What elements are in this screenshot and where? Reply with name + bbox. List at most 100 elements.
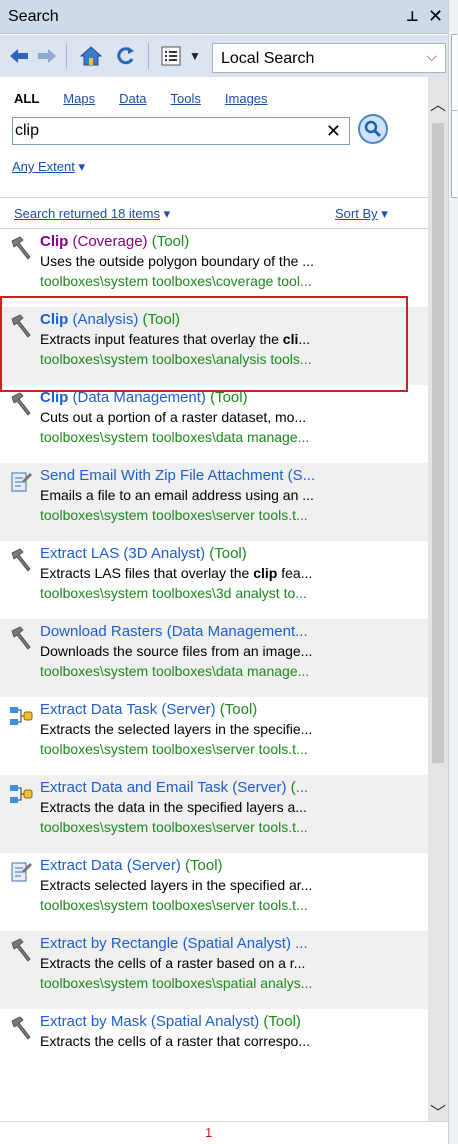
sort-by-dropdown[interactable]: Sort By ▾ [335, 206, 388, 222]
hammer-tool-icon [8, 547, 34, 573]
result-name-text: Extract Data and Email Task (Server) [40, 779, 287, 796]
sort-by-label: Sort By [335, 206, 378, 221]
result-path: toolboxes\system toolboxes\coverage tool… [40, 273, 312, 289]
result-name-match: Clip [40, 311, 69, 328]
result-name-link[interactable]: Extract Data (Server) [40, 857, 181, 874]
result-title[interactable]: Extract Data and Email Task (Server) (..… [40, 779, 428, 796]
results-count-dropdown[interactable]: Search returned 18 items ▾ [14, 206, 170, 222]
description-match: clip [253, 565, 278, 581]
adjacent-panel-tab [451, 110, 457, 198]
result-title[interactable]: Send Email With Zip File Attachment (S..… [40, 467, 428, 484]
adjacent-window-edge [448, 0, 458, 1144]
result-title[interactable]: Extract Data Task (Server) (Tool) [40, 701, 428, 718]
search-toolbar: ▼ Local Search ⌵ [0, 35, 448, 77]
result-description: Extracts the selected layers in the spec… [40, 721, 428, 737]
tab-maps[interactable]: Maps [63, 91, 95, 106]
result-name-link[interactable]: Extract Data and Email Task (Server) [40, 779, 286, 796]
tab-data[interactable]: Data [119, 91, 146, 106]
hammer-tool-icon [8, 1015, 34, 1041]
options-dropdown-caret-icon[interactable]: ▼ [186, 42, 204, 70]
close-icon[interactable]: ✕ [428, 6, 443, 27]
result-title[interactable]: Extract Data (Server) (Tool) [40, 857, 428, 874]
toolbar-separator [148, 43, 149, 69]
search-location-select[interactable]: Local Search ⌵ [212, 43, 446, 73]
result-name-link[interactable]: Extract LAS (3D Analyst) [40, 545, 205, 562]
result-item[interactable]: Extract LAS (3D Analyst) (Tool) Extracts … [0, 541, 428, 619]
result-name-link[interactable]: Extract by Mask (Spatial Analyst) [40, 1013, 259, 1030]
result-item[interactable]: Clip (Analysis) (Tool) Extracts input fea… [0, 307, 428, 385]
result-name-text: Extract by Mask (Spatial Analyst) [40, 1013, 260, 1030]
result-title[interactable]: Clip (Coverage) (Tool) [40, 233, 428, 250]
search-input-box: ✕ [12, 117, 350, 145]
description-text: Extracts the cells of a raster based on … [40, 955, 306, 971]
result-name-link[interactable]: Send Email With Zip File Attachment (S..… [40, 467, 315, 484]
scroll-up-icon[interactable]: ︿ [428, 91, 448, 114]
caret-down-icon: ▾ [163, 206, 171, 221]
result-title[interactable]: Extract by Mask (Spatial Analyst) (Tool) [40, 1013, 428, 1030]
description-text: Extracts the selected layers in the spec… [40, 721, 313, 737]
scrollbar-thumb[interactable] [432, 123, 444, 763]
search-button[interactable] [358, 114, 388, 144]
search-input[interactable] [15, 120, 305, 142]
list-options-icon[interactable] [158, 42, 184, 70]
result-item[interactable]: Extract by Mask (Spatial Analyst) (Tool)… [0, 1009, 428, 1087]
result-path: toolboxes\system toolboxes\data manage..… [40, 663, 310, 679]
result-item[interactable]: Clip (Coverage) (Tool) Uses the outside p… [0, 229, 428, 307]
result-name-link[interactable]: Extract by Rectangle (Spatial Analyst) .… [40, 935, 308, 952]
tab-all[interactable]: ALL [14, 91, 39, 106]
result-name-match: Clip [40, 233, 69, 250]
page-number-link[interactable]: 1 [205, 1125, 212, 1140]
result-item[interactable]: Send Email With Zip File Attachment (S..… [0, 463, 428, 541]
hammer-tool-icon [8, 937, 34, 963]
result-title[interactable]: Extract LAS (3D Analyst) (Tool) [40, 545, 428, 562]
results-pager: 1 [0, 1121, 448, 1144]
back-arrow-icon[interactable] [6, 42, 32, 70]
result-title[interactable]: Extract by Rectangle (Spatial Analyst) .… [40, 935, 428, 952]
result-name-link[interactable]: Clip (Coverage) [40, 233, 148, 250]
result-path: toolboxes\system toolboxes\data manage..… [40, 429, 310, 445]
results-list: Clip (Coverage) (Tool) Uses the outside p… [0, 229, 428, 1119]
refresh-icon[interactable] [110, 42, 140, 70]
result-name-link[interactable]: Extract Data Task (Server) [40, 701, 216, 718]
home-icon[interactable] [76, 42, 106, 70]
result-kind: (Tool) [259, 1013, 301, 1030]
result-title[interactable]: Clip (Data Management) (Tool) [40, 389, 428, 406]
scroll-down-icon[interactable]: ﹀ [428, 1099, 448, 1122]
script-tool-icon [8, 859, 34, 885]
forward-arrow-icon[interactable] [34, 42, 60, 70]
result-name-link[interactable]: Download Rasters (Data Management... [40, 623, 308, 640]
caret-down-icon: ▾ [78, 159, 86, 174]
result-description: Extracts input features that overlay the… [40, 331, 428, 347]
result-item[interactable]: Extract Data (Server) (Tool) Extracts sel… [0, 853, 428, 931]
pin-icon[interactable]: ⊥ [406, 8, 419, 25]
result-name-rest: (Data Management) [68, 389, 206, 406]
result-name-link[interactable]: Clip (Analysis) [40, 311, 138, 328]
adjacent-panel-tab [451, 34, 457, 122]
result-item[interactable]: Extract Data and Email Task (Server) (..… [0, 775, 428, 853]
result-title[interactable]: Clip (Analysis) (Tool) [40, 311, 428, 328]
result-kind: (Tool) [138, 311, 181, 328]
hammer-tool-icon [8, 235, 34, 261]
extent-label: Any Extent [12, 159, 75, 174]
script-tool-icon [8, 469, 34, 495]
category-tabs: ALL Maps Data Tools Images [14, 91, 292, 106]
results-scrollbar[interactable]: ︿ ﹀ [428, 77, 448, 1122]
tab-images[interactable]: Images [225, 91, 268, 106]
result-description: Extracts the cells of a raster that corr… [40, 1033, 428, 1049]
extent-filter[interactable]: Any Extent ▾ [12, 159, 85, 175]
clear-search-icon[interactable]: ✕ [326, 121, 341, 142]
result-item[interactable]: Extract Data Task (Server) (Tool) Extract… [0, 697, 428, 775]
result-kind: (... [286, 779, 309, 796]
result-path: toolboxes\system toolboxes\analysis tool… [40, 351, 312, 367]
result-name-match: Clip [40, 389, 69, 406]
result-item[interactable]: Clip (Data Management) (Tool) Cuts out a … [0, 385, 428, 463]
model-tool-icon [8, 703, 34, 729]
description-text: Cuts out a portion of a raster dataset, … [40, 409, 307, 425]
result-kind: (Tool) [147, 233, 190, 250]
result-title[interactable]: Download Rasters (Data Management... [40, 623, 428, 640]
window-title: Search [8, 8, 59, 25]
tab-tools[interactable]: Tools [171, 91, 201, 106]
result-item[interactable]: Download Rasters (Data Management... Down… [0, 619, 428, 697]
result-item[interactable]: Extract by Rectangle (Spatial Analyst) .… [0, 931, 428, 1009]
result-name-link[interactable]: Clip (Data Management) [40, 389, 206, 406]
